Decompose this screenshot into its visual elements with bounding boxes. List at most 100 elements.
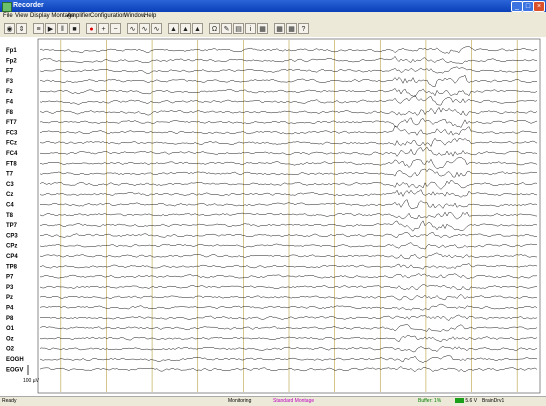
- marker-icon: ▲: [170, 26, 177, 33]
- waveform-icon: ∿: [153, 26, 160, 33]
- up-down-icon: ⇕: [18, 26, 25, 33]
- eeg-trace-eogv: [39, 366, 538, 373]
- marker-button[interactable]: ▲: [168, 23, 179, 34]
- eeg-trace-fp2: [39, 56, 538, 65]
- zoom-out-icon: −: [113, 26, 118, 33]
- menu-window[interactable]: Window: [124, 12, 145, 21]
- zoom-in-button[interactable]: +: [98, 23, 109, 34]
- settings-button[interactable]: ≡: [33, 23, 44, 34]
- channel-label-cp3: CP3: [6, 233, 18, 239]
- channel-label-p3: P3: [6, 285, 14, 291]
- eeg-trace-f4: [39, 95, 538, 106]
- channel-label-o2: O2: [6, 347, 15, 353]
- eeg-chart: Fp1 Fp2 F7 F3 Fz F4 F8 FT7 FC3 FCz FC4 FT8 T7 C3 Cz C4 T…: [6, 38, 541, 394]
- waveform-icon: ∿: [141, 26, 148, 33]
- menu-file[interactable]: File: [3, 12, 13, 21]
- montage-button[interactable]: ▦: [274, 23, 285, 34]
- channel-label-o1: O1: [6, 326, 15, 332]
- eeg-trace-fc4: [39, 146, 538, 157]
- waveform-button[interactable]: ∿: [127, 23, 138, 34]
- marker-icon: ▲: [182, 26, 189, 33]
- menu-amplifier[interactable]: Amplifier: [67, 12, 90, 21]
- eeg-trace-c3: [39, 179, 538, 190]
- channel-label-t7: T7: [6, 172, 14, 178]
- channel-label-f7: F7: [6, 69, 14, 75]
- eeg-trace-cz: [39, 189, 538, 198]
- stop-icon: ■: [72, 26, 77, 33]
- menu-configuration[interactable]: Configuration: [90, 12, 126, 21]
- eye-button[interactable]: ◉: [4, 23, 15, 34]
- channel-label-c4: C4: [6, 203, 14, 209]
- eeg-trace-tp7: [39, 220, 538, 232]
- zoom-out-button[interactable]: −: [110, 23, 121, 34]
- impedance-button[interactable]: Ω: [209, 23, 220, 34]
- channel-label-tp7: TP7: [6, 223, 18, 229]
- eeg-trace-f3: [39, 74, 538, 88]
- status-indicator-value: 5.6 V: [465, 398, 478, 404]
- note-icon: ▤: [235, 26, 242, 33]
- eeg-trace-t8: [39, 211, 538, 220]
- montage-button[interactable]: ▦: [257, 23, 268, 34]
- eeg-trace-cpz: [39, 242, 538, 250]
- zoom-in-icon: +: [101, 26, 106, 33]
- impedance-icon: Ω: [211, 26, 218, 33]
- toolbar: ◉ ⇕ ≡ ▶ ‖ ■ ● + − ∿ ∿ ∿ ▲ ▲ ▲ Ω ✎ ▤ i ▦ ▦ ▦?: [0, 21, 546, 38]
- up-down-button[interactable]: ⇕: [16, 23, 27, 34]
- montage-button[interactable]: ▦: [286, 23, 297, 34]
- channel-label-f8: F8: [6, 110, 14, 116]
- menu-view[interactable]: View: [15, 12, 28, 21]
- channel-label-f4: F4: [6, 100, 14, 106]
- menu-help[interactable]: Help: [144, 12, 156, 21]
- eeg-trace-o2: [39, 346, 538, 353]
- waveform-button[interactable]: ∿: [139, 23, 150, 34]
- pause-button[interactable]: ‖: [57, 23, 68, 34]
- montage-icon: ▦: [288, 26, 295, 33]
- marker-button[interactable]: ▲: [180, 23, 191, 34]
- eeg-trace-p8: [39, 314, 538, 321]
- montage-icon: ▦: [259, 26, 266, 33]
- channel-label-cpz: CPz: [6, 244, 17, 250]
- eye-icon: ◉: [6, 26, 13, 33]
- info-button[interactable]: i: [245, 23, 256, 34]
- channel-label-c3: C3: [6, 182, 14, 188]
- eeg-trace-f7: [39, 66, 538, 74]
- eeg-display[interactable]: Fp1 Fp2 F7 F3 Fz F4 F8 FT7 FC3 FCz FC4 FT8 T7 C3 Cz C4 T…: [0, 37, 546, 396]
- pause-icon: ‖: [61, 26, 64, 33]
- scale-label: 100 µV: [23, 378, 40, 384]
- eeg-trace-c4: [40, 199, 538, 210]
- channel-label-fp2: Fp2: [6, 58, 17, 64]
- stop-button[interactable]: ■: [69, 23, 80, 34]
- marker-icon: ▲: [194, 26, 201, 33]
- eeg-trace-t7: [39, 168, 537, 178]
- eeg-trace-f8: [40, 106, 538, 116]
- eeg-trace-fz: [39, 88, 538, 97]
- record-button[interactable]: ●: [86, 23, 97, 34]
- eeg-trace-fc3: [40, 125, 538, 136]
- play-icon: ▶: [47, 26, 54, 33]
- note-button[interactable]: ▤: [233, 23, 244, 34]
- help-button[interactable]: ?: [298, 23, 309, 34]
- eeg-trace-o1: [39, 324, 538, 332]
- marker-button[interactable]: ▲: [192, 23, 203, 34]
- eeg-trace-pz: [39, 294, 538, 301]
- channel-label-p7: P7: [6, 275, 14, 281]
- pen-button[interactable]: ✎: [221, 23, 232, 34]
- waveform-icon: ∿: [129, 26, 136, 33]
- eeg-trace-cp3: [40, 231, 538, 238]
- play-button[interactable]: ▶: [45, 23, 56, 34]
- eeg-trace-oz: [39, 335, 538, 343]
- eeg-trace-cp4: [39, 252, 538, 260]
- eeg-trace-p3: [39, 284, 538, 291]
- channel-label-fz: Fz: [6, 89, 13, 95]
- waveform-button[interactable]: ∿: [151, 23, 162, 34]
- info-icon: i: [249, 26, 252, 33]
- channel-label-fc4: FC4: [6, 151, 18, 157]
- channel-label-eogv: EOGV: [6, 367, 23, 373]
- channel-label-tp8: TP8: [6, 264, 18, 270]
- close-button[interactable]: ×: [533, 1, 545, 12]
- eeg-trace-p4: [39, 303, 538, 311]
- pen-icon: ✎: [223, 26, 230, 33]
- channel-label-pz: Pz: [6, 295, 13, 301]
- eeg-trace-eogh: [39, 355, 538, 363]
- channel-label-fcz: FCz: [6, 141, 17, 147]
